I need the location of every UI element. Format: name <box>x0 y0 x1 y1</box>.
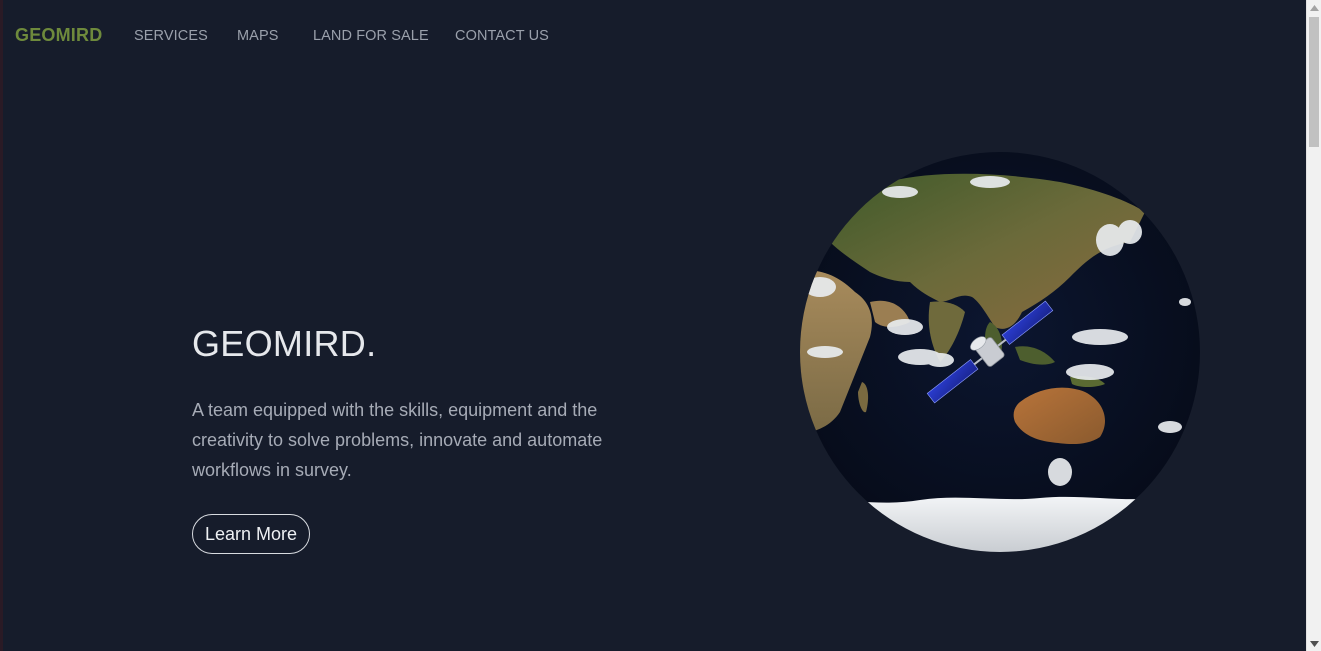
nav-link-services[interactable]: SERVICES <box>134 28 208 44</box>
scroll-up-arrow-icon[interactable] <box>1307 0 1321 15</box>
scrollbar-thumb[interactable] <box>1309 17 1319 147</box>
nav-link-contact-us[interactable]: CONTACT US <box>455 28 549 44</box>
nav-link-land-for-sale[interactable]: LAND FOR SALE <box>313 28 429 44</box>
page: GEOMIRD SERVICES MAPS LAND FOR SALE CONT… <box>0 0 1321 651</box>
learn-more-button[interactable]: Learn More <box>192 514 310 554</box>
globe-illustration <box>800 152 1200 552</box>
hero-description: A team equipped with the skills, equipme… <box>192 400 603 480</box>
hero-title: GEOMIRD. <box>192 323 377 364</box>
vertical-scrollbar[interactable] <box>1306 0 1321 651</box>
brand-logo-link[interactable]: GEOMIRD <box>15 25 102 46</box>
earth-globe-image <box>800 152 1200 552</box>
nav-link-maps[interactable]: MAPS <box>237 28 279 44</box>
scroll-down-arrow-icon[interactable] <box>1307 636 1321 651</box>
top-navigation: GEOMIRD SERVICES MAPS LAND FOR SALE CONT… <box>3 0 1303 72</box>
